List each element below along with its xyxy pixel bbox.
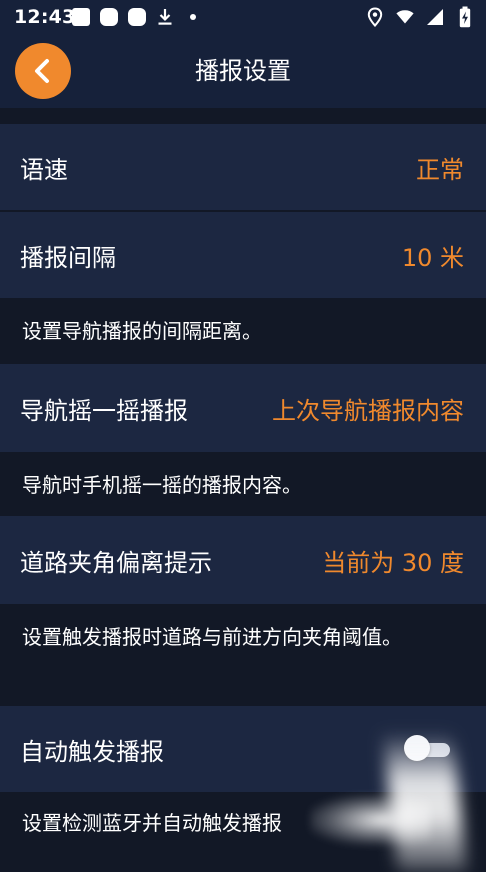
desc-text-auto: 设置检测蓝牙并自动触发播报 — [22, 811, 282, 835]
desc-text-angle: 设置触发播报时道路与前进方向夹角阈值。 — [22, 625, 402, 649]
desc-text-shake: 导航时手机摇一摇的播报内容。 — [22, 473, 302, 497]
wifi-icon — [396, 6, 414, 28]
setting-row-shake[interactable]: 导航摇一摇播报 上次导航播报内容 — [0, 364, 486, 452]
signal-icon — [426, 6, 444, 28]
auto-trigger-toggle[interactable] — [404, 735, 450, 761]
notification-square-icon — [72, 8, 90, 26]
row-value-shake: 上次导航播报内容 — [272, 396, 464, 425]
status-left-icons — [72, 7, 202, 27]
location-icon — [366, 6, 384, 28]
setting-row-angle[interactable]: 道路夹角偏离提示 当前为 30 度 — [0, 516, 486, 604]
desc-text-interval: 设置导航播报的间隔距离。 — [22, 319, 262, 343]
setting-desc-auto: 设置检测蓝牙并自动触发播报 — [0, 792, 486, 864]
app-header: 播报设置 — [0, 34, 486, 108]
row-label-shake: 导航摇一摇播报 — [20, 396, 188, 425]
page-title: 播报设置 — [195, 57, 291, 85]
setting-row-speed[interactable]: 语速 正常 — [0, 124, 486, 210]
row-label-interval: 播报间隔 — [20, 243, 116, 272]
row-label-auto: 自动触发播报 — [20, 737, 164, 766]
toggle-knob — [404, 735, 430, 761]
setting-desc-shake: 导航时手机摇一摇的播报内容。 — [0, 452, 486, 516]
row-label-angle: 道路夹角偏离提示 — [20, 548, 212, 577]
notification-rounded-icon — [100, 8, 118, 26]
row-value-interval: 10 米 — [401, 243, 464, 272]
setting-desc-interval: 设置导航播报的间隔距离。 — [0, 298, 486, 364]
setting-row-interval[interactable]: 播报间隔 10 米 — [0, 212, 486, 298]
download-icon — [156, 7, 174, 27]
status-bar: 12:43 — [0, 0, 486, 34]
status-right-icons — [366, 6, 474, 28]
setting-desc-angle: 设置触发播报时道路与前进方向夹角阈值。 — [0, 604, 486, 706]
status-time: 12:43 — [14, 6, 76, 28]
row-value-speed: 正常 — [416, 155, 464, 184]
setting-row-auto[interactable]: 自动触发播报 — [0, 706, 486, 792]
notification-rounded-icon — [128, 8, 146, 26]
row-label-speed: 语速 — [20, 155, 68, 184]
row-value-angle: 当前为 30 度 — [322, 548, 464, 577]
battery-charging-icon — [456, 6, 474, 28]
dot-icon — [184, 7, 202, 27]
